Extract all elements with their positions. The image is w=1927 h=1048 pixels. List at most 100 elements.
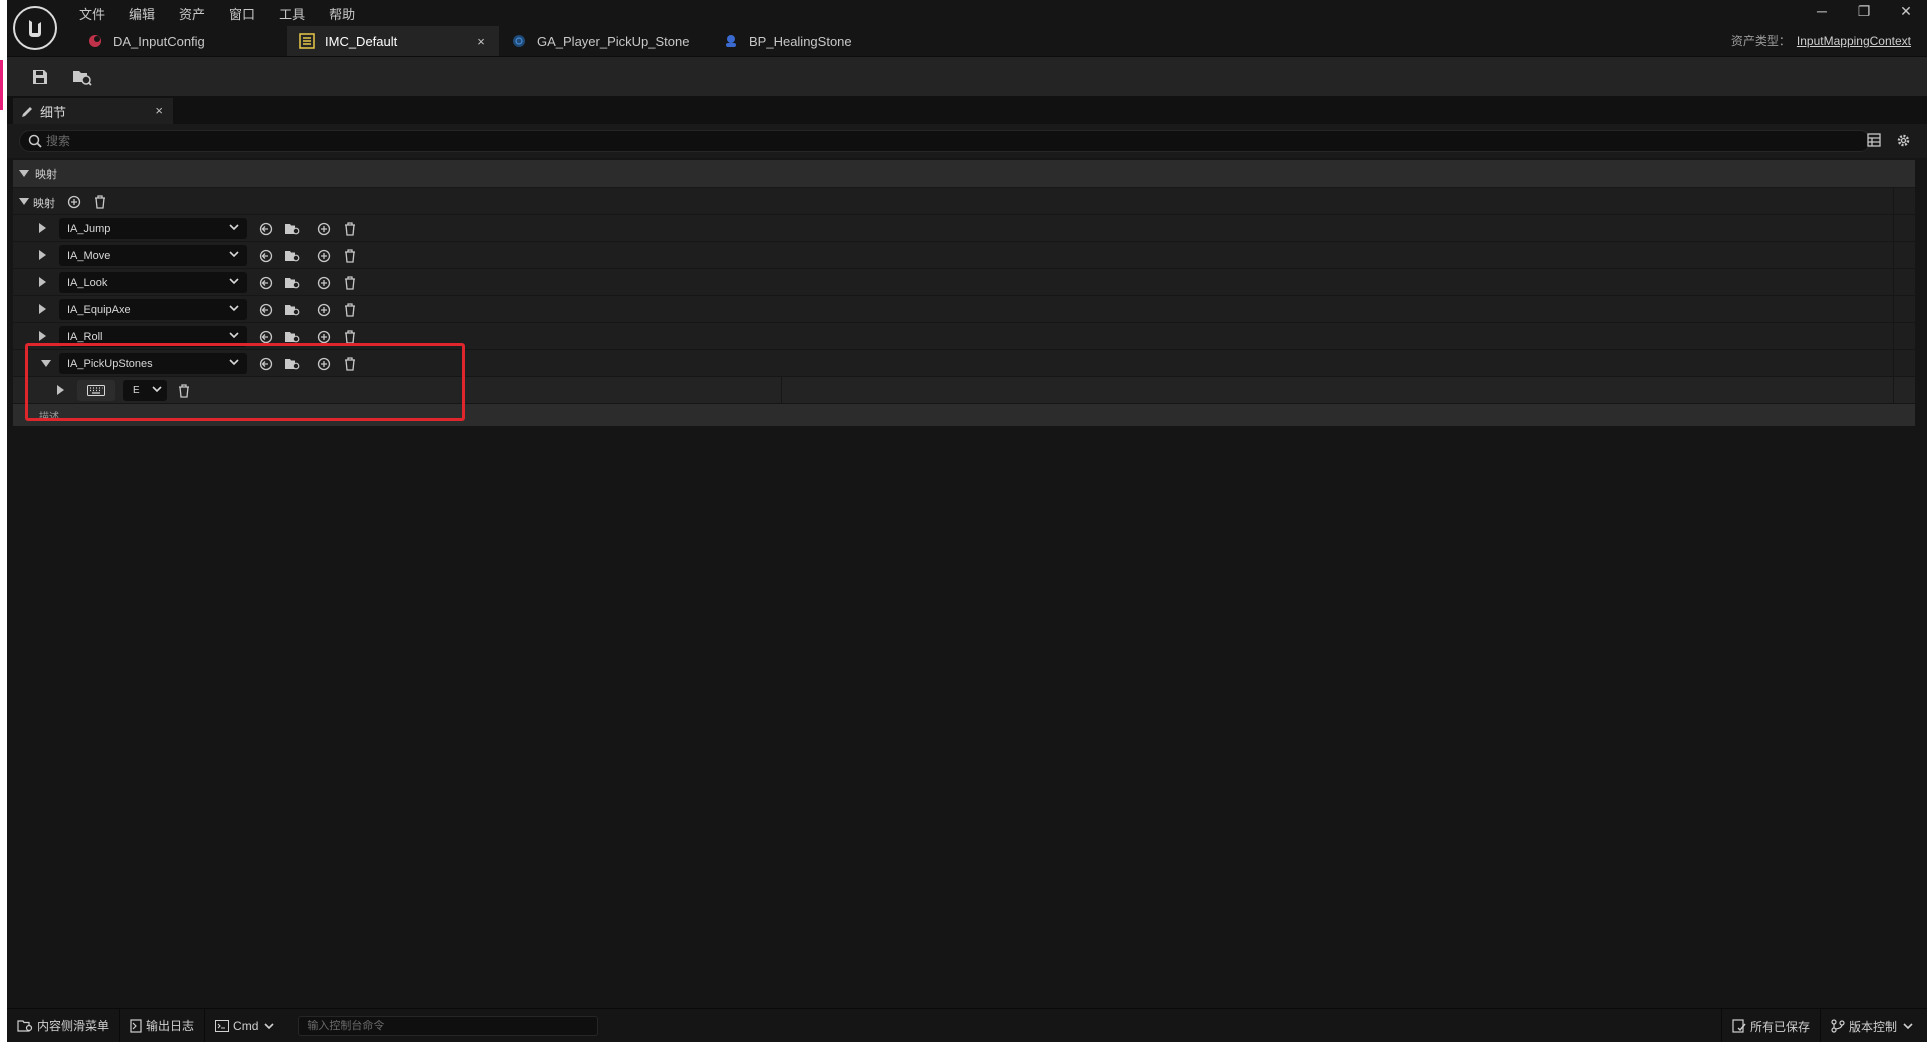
row-right-strip [1893, 323, 1915, 349]
delete-all-icon[interactable] [91, 193, 109, 211]
content-drawer-button[interactable]: 内容侧滑菜单 [7, 1008, 121, 1043]
toolbar [7, 56, 1927, 96]
menu-tools[interactable]: 工具 [267, 2, 317, 25]
delete-key-icon[interactable] [175, 382, 193, 400]
output-log-icon [130, 1018, 142, 1033]
input-action-combo[interactable]: IA_PickUpStones [59, 353, 247, 374]
menu-window[interactable]: 窗口 [217, 2, 267, 25]
menu-edit[interactable]: 编辑 [117, 2, 167, 25]
panel-close-icon[interactable]: × [155, 103, 163, 118]
input-action-value: IA_Roll [67, 330, 103, 343]
save-status-icon [1732, 1019, 1746, 1033]
property-matrix-icon[interactable] [1867, 133, 1881, 152]
input-action-value: IA_Move [67, 249, 111, 262]
expand-arrow-icon[interactable] [39, 277, 46, 287]
tab-da-inputconfig[interactable]: DA_InputConfig [75, 26, 287, 56]
use-selected-icon[interactable] [257, 301, 275, 319]
use-selected-icon[interactable] [257, 220, 275, 238]
delete-icon[interactable] [341, 247, 359, 265]
restore-button[interactable]: ❐ [1843, 0, 1885, 22]
input-action-value: IA_PickUpStones [67, 357, 153, 370]
unreal-logo-icon[interactable] [13, 6, 57, 50]
input-action-combo[interactable]: IA_Look [59, 272, 247, 293]
description-label: 描述 [39, 411, 59, 423]
content-drawer-label: 内容侧滑菜单 [37, 1019, 110, 1033]
browse-folder-icon[interactable] [283, 274, 301, 292]
collapse-arrow-icon[interactable] [19, 170, 29, 177]
row-right-strip [1893, 242, 1915, 268]
status-bar-right: 所有已保存 版本控制 [1720, 1009, 1927, 1043]
expand-arrow-icon[interactable] [39, 304, 46, 314]
browse-to-asset-icon[interactable] [69, 65, 95, 89]
input-action-combo[interactable]: IA_Move [59, 245, 247, 266]
keyboard-icon[interactable] [77, 380, 115, 401]
expand-arrow-icon[interactable] [39, 223, 46, 233]
cmd-label: Cmd [233, 1018, 259, 1033]
output-log-button[interactable]: 输出日志 [120, 1008, 206, 1043]
source-control-label: 版本控制 [1848, 1019, 1897, 1034]
taskbar-edge [7, 1042, 1927, 1048]
tab-close-icon[interactable]: × [477, 34, 485, 49]
data-asset-icon [87, 33, 103, 49]
save-icon[interactable] [27, 65, 53, 89]
key-select-combo[interactable]: E [123, 380, 167, 401]
source-control-button[interactable]: 版本控制 [1819, 1009, 1927, 1043]
delete-icon[interactable] [341, 220, 359, 238]
title-bar: 文件 编辑 资产 窗口 工具 帮助 ─ ❐ ✕ DA_InputConfig I… [7, 0, 1927, 56]
minimize-button[interactable]: ─ [1801, 0, 1843, 22]
asset-type-link[interactable]: InputMappingContext [1797, 34, 1911, 48]
use-selected-icon[interactable] [257, 328, 275, 346]
chevron-down-icon [152, 384, 162, 397]
input-action-combo[interactable]: IA_EquipAxe [59, 299, 247, 320]
input-action-combo[interactable]: IA_Roll [59, 326, 247, 347]
add-mapping-icon[interactable] [315, 301, 333, 319]
browse-folder-icon[interactable] [283, 220, 301, 238]
expand-arrow-icon[interactable] [39, 250, 46, 260]
expand-arrow-icon[interactable] [57, 385, 64, 395]
add-mapping-icon[interactable] [315, 328, 333, 346]
use-selected-icon[interactable] [257, 274, 275, 292]
delete-icon[interactable] [341, 274, 359, 292]
all-saved-button[interactable]: 所有已保存 [1720, 1009, 1820, 1043]
add-mapping-icon[interactable] [315, 247, 333, 265]
tab-label: BP_HealingStone [749, 33, 852, 49]
browse-folder-icon[interactable] [283, 301, 301, 319]
input-action-combo[interactable]: IA_Jump [59, 218, 247, 239]
menu-asset[interactable]: 资产 [167, 2, 217, 25]
browse-folder-icon[interactable] [283, 247, 301, 265]
delete-icon[interactable] [341, 355, 359, 373]
delete-icon[interactable] [341, 301, 359, 319]
tab-imc-default[interactable]: IMC_Default × [287, 26, 499, 56]
tab-ga-player-pickup-stone[interactable]: GA_Player_PickUp_Stone [499, 26, 711, 56]
add-mapping-icon[interactable] [315, 355, 333, 373]
browse-folder-icon[interactable] [283, 355, 301, 373]
settings-gear-icon[interactable] [1896, 133, 1911, 153]
console-command-input[interactable] [307, 1019, 598, 1032]
browse-folder-icon[interactable] [283, 328, 301, 346]
chevron-down-icon [229, 276, 239, 289]
row-right-strip [1893, 350, 1915, 376]
add-mapping-icon[interactable] [315, 220, 333, 238]
row-right-strip [1893, 269, 1915, 295]
blueprint-icon [511, 33, 527, 49]
cmd-selector[interactable]: Cmd [205, 1009, 288, 1043]
details-panel-tab[interactable]: 细节 × [13, 98, 173, 124]
add-element-icon[interactable] [65, 193, 83, 211]
collapse-arrow-icon[interactable] [41, 360, 51, 367]
use-selected-icon[interactable] [257, 247, 275, 265]
menu-help[interactable]: 帮助 [317, 2, 367, 25]
tab-bp-healingstone[interactable]: BP_HealingStone [711, 26, 923, 56]
use-selected-icon[interactable] [257, 355, 275, 373]
chevron-down-icon [1903, 1023, 1913, 1030]
close-window-button[interactable]: ✕ [1885, 0, 1927, 22]
search-input[interactable] [46, 134, 1870, 148]
menu-file[interactable]: 文件 [67, 2, 117, 25]
expand-arrow-icon[interactable] [39, 331, 46, 341]
asset-type-label: 资产类型： [1730, 34, 1791, 48]
add-mapping-icon[interactable] [315, 274, 333, 292]
collapse-arrow-icon[interactable] [19, 198, 29, 205]
category-mappings[interactable]: 映射 [13, 160, 1915, 188]
chevron-down-icon [229, 303, 239, 316]
delete-icon[interactable] [341, 328, 359, 346]
status-bar: 内容侧滑菜单 输出日志 Cmd 所有已保存 版本控制 [7, 1008, 1927, 1043]
